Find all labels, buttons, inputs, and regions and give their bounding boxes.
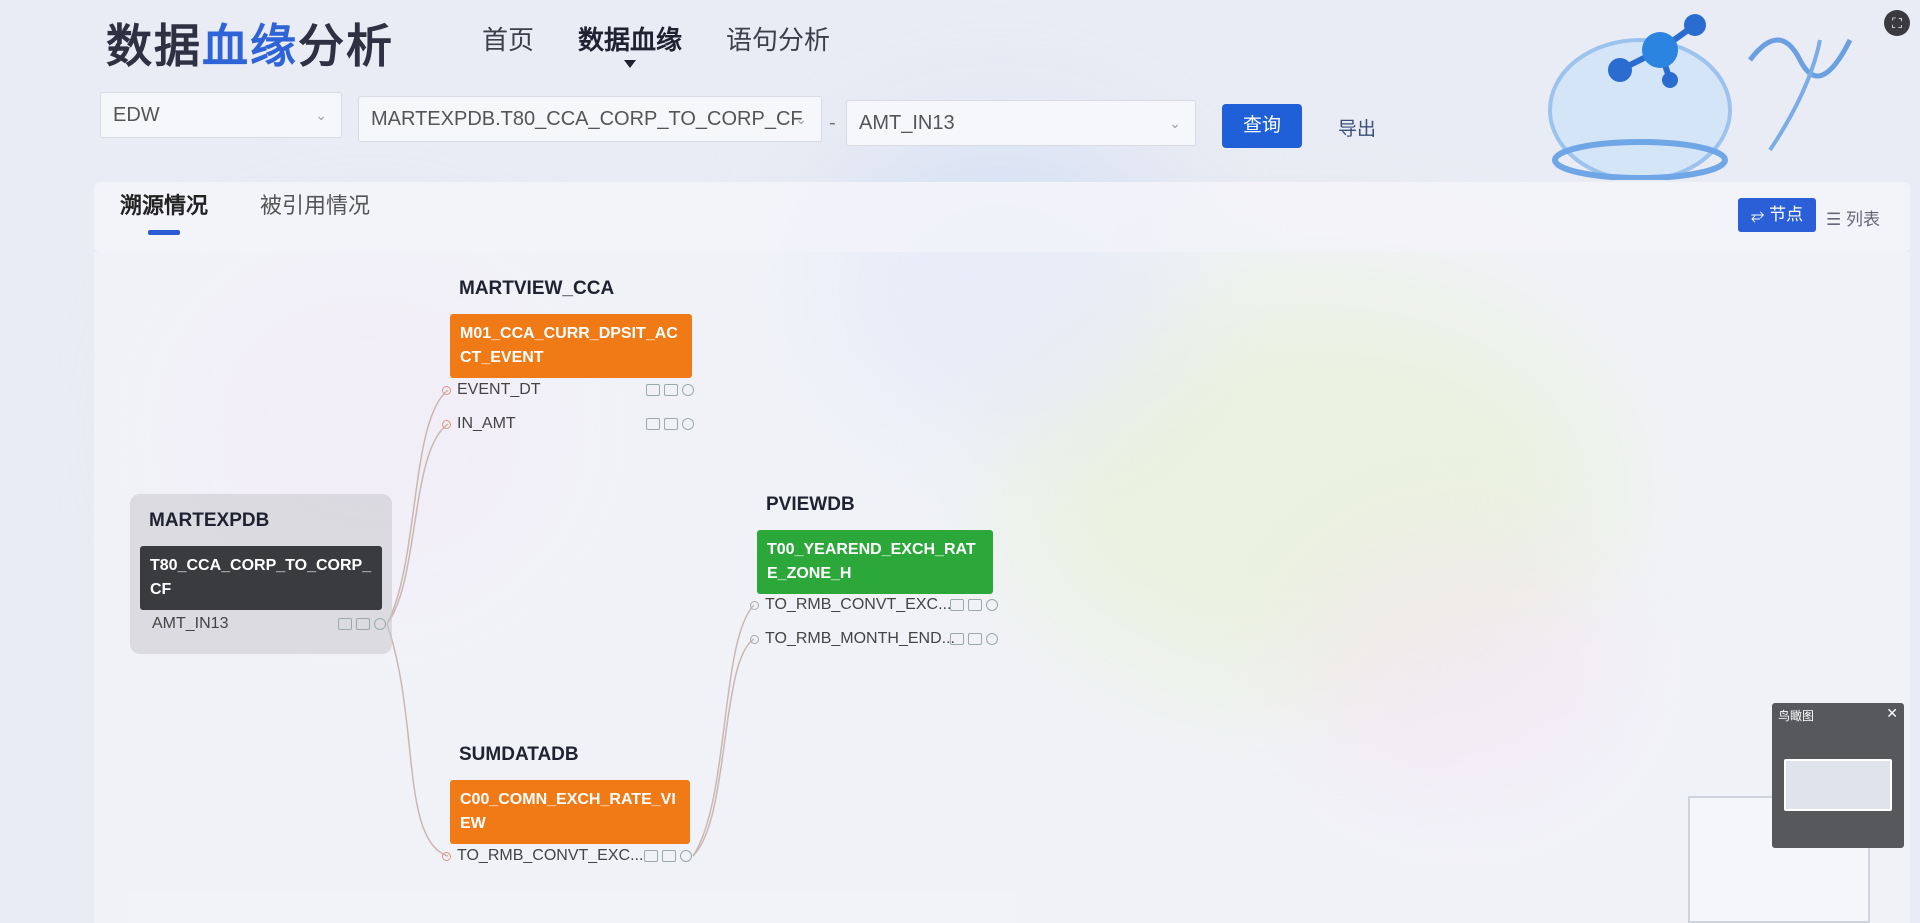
field-actions — [338, 618, 386, 630]
field-port — [750, 600, 759, 610]
info-icon[interactable] — [682, 384, 694, 396]
info-icon[interactable] — [680, 850, 692, 862]
field-actions — [950, 633, 998, 645]
field-actions — [646, 418, 694, 430]
detail-icon[interactable] — [356, 618, 370, 630]
upstream1-field-row[interactable]: IN_AMT — [442, 412, 702, 436]
field-port — [442, 419, 451, 429]
field-actions — [646, 384, 694, 396]
upstream3-field-name: TO_RMB_MONTH_END... — [765, 630, 955, 647]
close-icon[interactable]: ✕ — [1886, 705, 1898, 722]
upstream3-field-row[interactable]: TO_RMB_MONTH_END... — [750, 627, 1010, 651]
minimap-viewport[interactable] — [1784, 759, 1892, 811]
table-icon[interactable] — [950, 599, 964, 611]
table-icon[interactable] — [950, 633, 964, 645]
table-icon[interactable] — [646, 418, 660, 430]
field-port — [750, 634, 759, 644]
info-icon[interactable] — [682, 418, 694, 430]
lineage-links — [386, 389, 755, 857]
minimap-panel[interactable]: 鸟瞰图 ✕ — [1772, 703, 1904, 848]
detail-icon[interactable] — [664, 384, 678, 396]
source-db-label: MARTEXPDB — [149, 510, 270, 531]
field-actions — [644, 850, 692, 862]
upstream2-table-node[interactable]: C00_COMN_EXCH_RATE_VIEW — [450, 780, 690, 844]
info-icon[interactable] — [374, 618, 386, 630]
detail-icon[interactable] — [968, 633, 982, 645]
upstream1-table-node[interactable]: M01_CCA_CURR_DPSIT_ACCT_EVENT — [450, 314, 692, 378]
table-icon[interactable] — [646, 384, 660, 396]
upstream2-field-row[interactable]: TO_RMB_CONVT_EXC... — [442, 844, 702, 868]
upstream1-db-label: MARTVIEW_CCA — [459, 278, 615, 299]
table-icon[interactable] — [644, 850, 658, 862]
detail-icon[interactable] — [662, 850, 676, 862]
detail-icon[interactable] — [968, 599, 982, 611]
source-table-node[interactable]: T80_CCA_CORP_TO_CORP_CF — [140, 546, 382, 610]
detail-icon[interactable] — [664, 418, 678, 430]
upstream3-field-name: TO_RMB_CONVT_EXC... — [765, 596, 952, 613]
upstream3-field-row[interactable]: TO_RMB_CONVT_EXC... — [750, 593, 1010, 617]
upstream2-db-label: SUMDATADB — [459, 744, 579, 765]
upstream1-field-name: EVENT_DT — [457, 381, 541, 398]
link-pview-1 — [692, 604, 755, 857]
field-port — [442, 385, 451, 395]
upstream3-db-label: PVIEWDB — [766, 494, 855, 515]
field-actions — [950, 599, 998, 611]
minimap-title: 鸟瞰图 — [1778, 709, 1815, 723]
upstream2-field-name: TO_RMB_CONVT_EXC... — [457, 847, 644, 864]
link-pview-2 — [692, 638, 755, 857]
field-port — [442, 851, 451, 861]
table-icon[interactable] — [338, 618, 352, 630]
info-icon[interactable] — [986, 633, 998, 645]
source-field-row[interactable]: AMT_IN13 — [152, 612, 392, 636]
upstream1-field-row[interactable]: EVENT_DT — [442, 378, 702, 402]
upstream3-table-node[interactable]: T00_YEAREND_EXCH_RATE_ZONE_H — [757, 530, 993, 594]
link-in-amt — [386, 423, 449, 625]
upstream1-field-name: IN_AMT — [457, 415, 516, 432]
source-field-name: AMT_IN13 — [152, 615, 229, 632]
link-to-rmb-sum — [386, 623, 449, 857]
info-icon[interactable] — [986, 599, 998, 611]
